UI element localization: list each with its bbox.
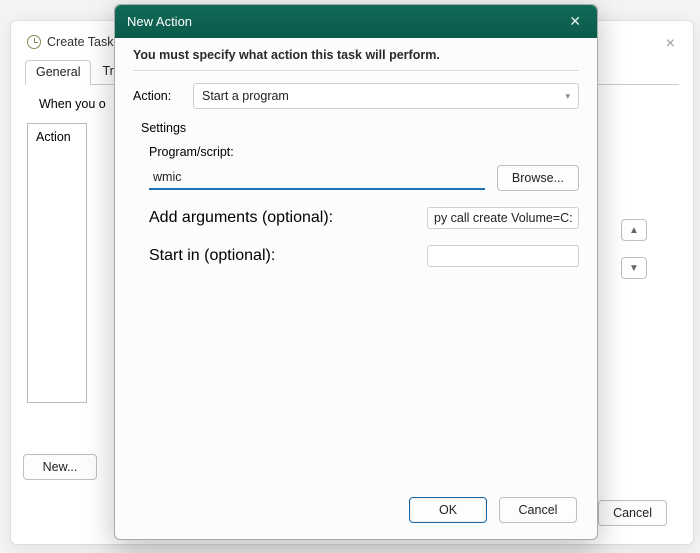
settings-label: Settings — [133, 115, 579, 141]
move-up-button[interactable]: ▲ — [621, 219, 647, 241]
actions-list-header: Action — [28, 124, 86, 150]
action-label: Action: — [133, 89, 183, 103]
arguments-input[interactable] — [427, 207, 579, 229]
action-combobox[interactable]: Start a program ▾ — [193, 83, 579, 109]
program-input[interactable] — [149, 166, 485, 190]
startin-label: Start in (optional): — [149, 247, 275, 265]
parent-cancel-button[interactable]: Cancel — [598, 500, 667, 526]
arguments-label: Add arguments (optional): — [149, 209, 333, 227]
startin-input[interactable] — [427, 245, 579, 267]
clock-icon — [27, 35, 41, 49]
actions-list[interactable]: Action — [27, 123, 87, 403]
browse-button[interactable]: Browse... — [497, 165, 579, 191]
parent-close-button[interactable]: × — [666, 35, 675, 53]
new-action-dialog: New Action ✕ You must specify what actio… — [114, 4, 598, 540]
ok-button[interactable]: OK — [409, 497, 487, 523]
cancel-button[interactable]: Cancel — [499, 497, 577, 523]
close-icon[interactable]: ✕ — [565, 13, 585, 30]
chevron-down-icon: ▾ — [565, 91, 570, 102]
modal-title-text: New Action — [127, 14, 192, 29]
modal-titlebar: New Action ✕ — [115, 5, 597, 38]
instruction-text: You must specify what action this task w… — [133, 48, 579, 71]
program-label: Program/script: — [149, 145, 579, 165]
move-down-button[interactable]: ▼ — [621, 257, 647, 279]
new-action-button[interactable]: New... — [23, 454, 97, 480]
action-combobox-value: Start a program — [202, 89, 289, 103]
tab-general[interactable]: General — [25, 60, 91, 85]
parent-title: Create Task — [47, 35, 113, 49]
